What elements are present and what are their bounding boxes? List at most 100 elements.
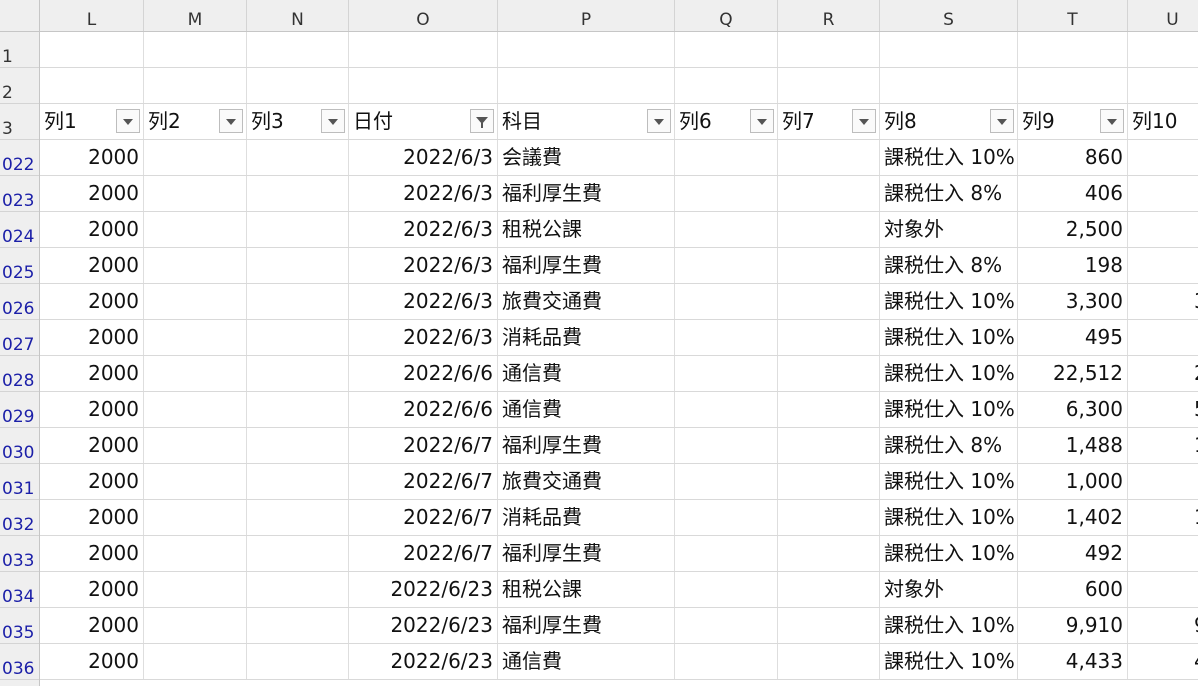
cell-m[interactable] bbox=[144, 212, 247, 247]
cell-u[interactable]: 1 bbox=[1128, 500, 1198, 535]
cell[interactable] bbox=[675, 68, 778, 103]
cell-s[interactable]: 課税仕入 8% bbox=[880, 248, 1018, 283]
cell-l[interactable]: 2000 bbox=[40, 644, 144, 679]
column-header-u[interactable]: U bbox=[1128, 0, 1198, 31]
cell[interactable] bbox=[778, 32, 880, 67]
row-number[interactable]: 2 bbox=[0, 68, 39, 104]
row-number[interactable]: 035 bbox=[0, 608, 39, 644]
cell-t[interactable]: 6,300 bbox=[1018, 392, 1128, 427]
cell-o[interactable]: 2022/6/6 bbox=[349, 356, 498, 391]
cell-q[interactable] bbox=[675, 320, 778, 355]
cell-m[interactable] bbox=[144, 428, 247, 463]
cell-s[interactable]: 課税仕入 10% bbox=[880, 320, 1018, 355]
row-number[interactable]: 3 bbox=[0, 104, 39, 140]
cell-u[interactable]: 5 bbox=[1128, 392, 1198, 427]
cell-q[interactable] bbox=[675, 500, 778, 535]
cell-n[interactable] bbox=[247, 176, 349, 211]
filter-dropdown-icon[interactable] bbox=[852, 109, 876, 133]
cell-u[interactable]: 3 bbox=[1128, 284, 1198, 319]
cell-s[interactable]: 課税仕入 10% bbox=[880, 392, 1018, 427]
cell-l[interactable]: 2000 bbox=[40, 392, 144, 427]
row-number[interactable]: 032 bbox=[0, 500, 39, 536]
cell[interactable] bbox=[1128, 68, 1198, 103]
cell-m[interactable] bbox=[144, 500, 247, 535]
cell-m[interactable] bbox=[144, 284, 247, 319]
cell-u[interactable] bbox=[1128, 464, 1198, 499]
row-number[interactable]: 029 bbox=[0, 392, 39, 428]
cell-m[interactable] bbox=[144, 644, 247, 679]
cell-t[interactable]: 495 bbox=[1018, 320, 1128, 355]
cell-n[interactable] bbox=[247, 140, 349, 175]
cell-s[interactable]: 課税仕入 10% bbox=[880, 500, 1018, 535]
cell-l[interactable]: 2000 bbox=[40, 212, 144, 247]
row-number[interactable]: 031 bbox=[0, 464, 39, 500]
cell-m[interactable] bbox=[144, 464, 247, 499]
table-header-cell[interactable]: 列2 bbox=[144, 104, 247, 139]
cell-n[interactable] bbox=[247, 356, 349, 391]
table-header-cell[interactable]: 列8 bbox=[880, 104, 1018, 139]
cell-u[interactable]: 4 bbox=[1128, 644, 1198, 679]
cell-q[interactable] bbox=[675, 176, 778, 211]
column-header-r[interactable]: R bbox=[778, 0, 880, 31]
cell-t[interactable]: 22,512 bbox=[1018, 356, 1128, 391]
cell-s[interactable]: 課税仕入 8% bbox=[880, 176, 1018, 211]
row-number[interactable]: 028 bbox=[0, 356, 39, 392]
cell-n[interactable] bbox=[247, 212, 349, 247]
cell-s[interactable]: 課税仕入 8% bbox=[880, 428, 1018, 463]
cell-q[interactable] bbox=[675, 248, 778, 283]
cell-r[interactable] bbox=[778, 392, 880, 427]
cell-o[interactable]: 2022/6/3 bbox=[349, 320, 498, 355]
cell[interactable] bbox=[247, 32, 349, 67]
cell-l[interactable]: 2000 bbox=[40, 608, 144, 643]
cell-u[interactable]: 9 bbox=[1128, 608, 1198, 643]
cell[interactable] bbox=[778, 68, 880, 103]
cell-p[interactable]: 通信費 bbox=[498, 644, 675, 679]
table-header-cell[interactable]: 列6 bbox=[675, 104, 778, 139]
cell-r[interactable] bbox=[778, 500, 880, 535]
cell-q[interactable] bbox=[675, 572, 778, 607]
cell-r[interactable] bbox=[778, 248, 880, 283]
cell-o[interactable]: 2022/6/3 bbox=[349, 284, 498, 319]
cell-r[interactable] bbox=[778, 356, 880, 391]
cell-u[interactable]: 20 bbox=[1128, 356, 1198, 391]
cell-m[interactable] bbox=[144, 392, 247, 427]
filter-dropdown-icon[interactable] bbox=[750, 109, 774, 133]
row-number[interactable]: 036 bbox=[0, 644, 39, 680]
cell-q[interactable] bbox=[675, 464, 778, 499]
cell-o[interactable]: 2022/6/7 bbox=[349, 464, 498, 499]
cell-s[interactable]: 対象外 bbox=[880, 212, 1018, 247]
row-number[interactable]: 027 bbox=[0, 320, 39, 356]
cell-q[interactable] bbox=[675, 356, 778, 391]
cell[interactable] bbox=[349, 32, 498, 67]
cell-p[interactable]: 消耗品費 bbox=[498, 320, 675, 355]
select-all-corner[interactable] bbox=[0, 0, 40, 32]
cell-n[interactable] bbox=[247, 536, 349, 571]
cell-r[interactable] bbox=[778, 320, 880, 355]
row-number[interactable]: 026 bbox=[0, 284, 39, 320]
cell-r[interactable] bbox=[778, 464, 880, 499]
cell-o[interactable]: 2022/6/23 bbox=[349, 572, 498, 607]
table-header-cell[interactable]: 列7 bbox=[778, 104, 880, 139]
cell[interactable] bbox=[498, 68, 675, 103]
cell-r[interactable] bbox=[778, 212, 880, 247]
cell-l[interactable]: 2000 bbox=[40, 176, 144, 211]
cell-s[interactable]: 課税仕入 10% bbox=[880, 536, 1018, 571]
filter-dropdown-icon[interactable] bbox=[1100, 109, 1124, 133]
cell-o[interactable]: 2022/6/3 bbox=[349, 140, 498, 175]
cell-r[interactable] bbox=[778, 572, 880, 607]
column-header-p[interactable]: P bbox=[498, 0, 675, 31]
cell-q[interactable] bbox=[675, 428, 778, 463]
column-header-o[interactable]: O bbox=[349, 0, 498, 31]
cell-u[interactable] bbox=[1128, 212, 1198, 247]
cell-t[interactable]: 860 bbox=[1018, 140, 1128, 175]
cell-u[interactable] bbox=[1128, 140, 1198, 175]
cell-o[interactable]: 2022/6/3 bbox=[349, 212, 498, 247]
cell[interactable] bbox=[40, 32, 144, 67]
cell-l[interactable]: 2000 bbox=[40, 284, 144, 319]
cell-r[interactable] bbox=[778, 140, 880, 175]
cell-t[interactable]: 4,433 bbox=[1018, 644, 1128, 679]
cell[interactable] bbox=[675, 32, 778, 67]
cell-r[interactable] bbox=[778, 644, 880, 679]
cell[interactable] bbox=[40, 68, 144, 103]
table-header-cell[interactable]: 科目 bbox=[498, 104, 675, 139]
